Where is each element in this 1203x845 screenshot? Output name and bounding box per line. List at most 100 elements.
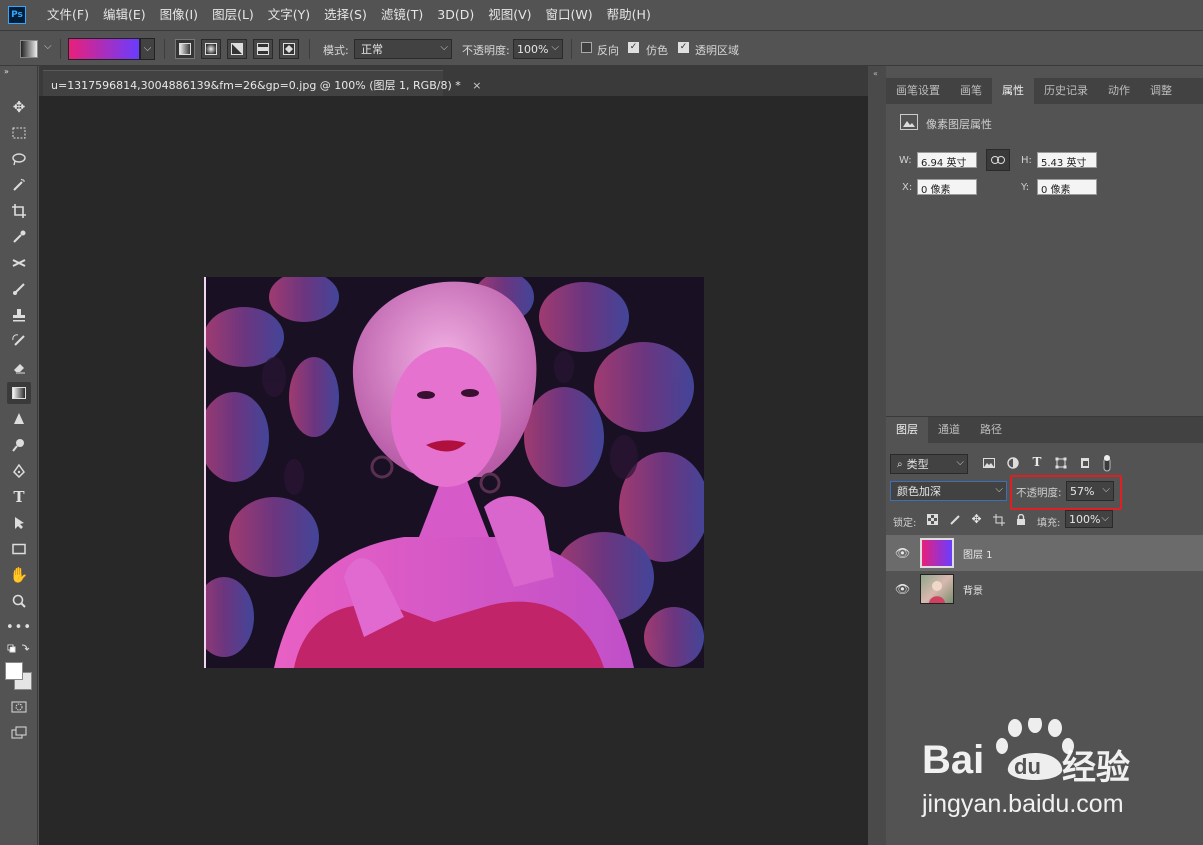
lock-artboard-icon[interactable] — [992, 513, 1005, 526]
fill-field[interactable]: 100% ⌵ — [1065, 510, 1113, 528]
swap-colors-icon[interactable] — [7, 642, 31, 656]
tab-properties[interactable]: 属性 — [992, 78, 1034, 104]
eraser-tool-icon[interactable] — [7, 356, 31, 378]
gradient-picker-swatch[interactable] — [68, 38, 140, 60]
type-tool-icon[interactable]: T — [7, 486, 31, 508]
panel-collapse-strip[interactable]: « — [868, 66, 886, 845]
lasso-tool-icon[interactable] — [7, 148, 31, 170]
reverse-checkbox[interactable] — [581, 42, 592, 53]
tool-preset-chevron-icon[interactable]: ⌵ — [44, 41, 52, 52]
filter-adjustment-icon[interactable] — [1006, 456, 1020, 470]
menu-3d[interactable]: 3D(D) — [430, 0, 481, 30]
marquee-tool-icon[interactable] — [7, 122, 31, 144]
reverse-label: 反向 — [597, 44, 619, 57]
transparency-checkbox[interactable]: ✓ — [678, 42, 689, 53]
menu-help[interactable]: 帮助(H) — [600, 0, 658, 30]
document-tab[interactable]: u=1317596814,3004886139&fm=26&gp=0.jpg @… — [43, 70, 481, 96]
blur-tool-icon[interactable] — [7, 408, 31, 430]
clone-stamp-tool-icon[interactable] — [7, 304, 31, 326]
foreground-color-swatch[interactable] — [5, 662, 23, 680]
magic-wand-tool-icon[interactable] — [7, 174, 31, 196]
height-field[interactable]: 5.43 英寸 — [1037, 152, 1097, 169]
layer-filter-dropdown[interactable]: ⌕ 类型 ⌵ — [890, 454, 968, 474]
lock-transparent-pixels-icon[interactable] — [926, 513, 939, 526]
tool-preset-gradient-icon[interactable] — [20, 40, 38, 58]
mode-dropdown[interactable]: 正常 ⌵ — [354, 39, 452, 59]
gradient-picker-chevron-icon[interactable]: ⌵ — [140, 38, 155, 60]
crop-tool-icon[interactable] — [7, 200, 31, 222]
tab-brush-settings[interactable]: 画笔设置 — [886, 78, 950, 104]
dodge-tool-icon[interactable] — [7, 434, 31, 456]
menu-filter[interactable]: 滤镜(T) — [374, 0, 430, 30]
tab-adjustments[interactable]: 调整 — [1140, 78, 1182, 104]
menu-type[interactable]: 文字(Y) — [261, 0, 317, 30]
history-brush-tool-icon[interactable] — [7, 330, 31, 352]
dither-checkbox[interactable]: ✓ — [628, 42, 639, 53]
path-selection-tool-icon[interactable] — [7, 512, 31, 534]
menu-view[interactable]: 视图(V) — [481, 0, 538, 30]
eyedropper-tool-icon[interactable] — [7, 226, 31, 248]
tab-layers[interactable]: 图层 — [886, 417, 928, 443]
linear-gradient-button[interactable] — [175, 39, 195, 59]
blend-mode-dropdown[interactable]: 颜色加深 ⌵ — [890, 481, 1007, 501]
healing-brush-tool-icon[interactable] — [7, 252, 31, 274]
move-tool-icon[interactable]: ✥ — [7, 96, 31, 118]
menu-window[interactable]: 窗口(W) — [539, 0, 600, 30]
lock-position-icon[interactable]: ✥ — [970, 512, 983, 526]
x-field[interactable]: 0 像素 — [917, 179, 977, 196]
filter-shape-icon[interactable] — [1054, 456, 1068, 470]
filter-type-icon[interactable]: T — [1030, 455, 1044, 469]
menu-file[interactable]: 文件(F) — [40, 0, 96, 30]
dither-label: 仿色 — [646, 44, 668, 57]
angle-gradient-button[interactable] — [227, 39, 247, 59]
document-area: u=1317596814,3004886139&fm=26&gp=0.jpg @… — [39, 66, 868, 845]
layer-row-background[interactable]: 👁 背景 — [886, 571, 1203, 607]
rectangle-tool-icon[interactable] — [7, 538, 31, 560]
lock-image-pixels-icon[interactable] — [948, 513, 961, 526]
angle-gradient-icon — [231, 43, 243, 55]
y-field[interactable]: 0 像素 — [1037, 179, 1097, 196]
tab-brush[interactable]: 画笔 — [950, 78, 992, 104]
zoom-tool-icon[interactable] — [7, 590, 31, 612]
radial-gradient-button[interactable] — [201, 39, 221, 59]
canvas-image[interactable] — [204, 277, 704, 668]
more-tools-icon[interactable]: ••• — [6, 616, 31, 638]
pen-tool-icon[interactable] — [7, 460, 31, 482]
tab-history[interactable]: 历史记录 — [1034, 78, 1098, 104]
filter-smart-object-icon[interactable] — [1078, 456, 1092, 470]
diamond-gradient-button[interactable] — [279, 39, 299, 59]
section-title: 像素图层属性 — [926, 118, 992, 131]
quick-mask-icon[interactable] — [7, 696, 31, 718]
collapse-toolbar-icon[interactable]: » — [4, 66, 28, 76]
menu-image[interactable]: 图像(I) — [153, 0, 205, 30]
visibility-eye-icon[interactable]: 👁 — [895, 546, 910, 560]
portrait-thumbnail-icon — [929, 581, 945, 603]
gradient-tool-icon[interactable] — [7, 382, 31, 404]
opacity-field[interactable]: 100% ⌵ — [513, 39, 563, 59]
layers-panel: 图层 通道 路径 ⌕ 类型 ⌵ T 颜色加深 ⌵ 不透明度: 57% ⌵ 锁定:… — [886, 416, 1203, 845]
y-label: Y: — [1021, 182, 1030, 193]
close-tab-icon[interactable]: × — [472, 79, 481, 92]
filter-toggle-icon[interactable] — [1102, 453, 1112, 473]
tab-paths[interactable]: 路径 — [970, 417, 1012, 443]
tab-actions[interactable]: 动作 — [1098, 78, 1140, 104]
screen-mode-icon[interactable] — [7, 722, 31, 744]
reflected-gradient-button[interactable] — [253, 39, 273, 59]
opacity-value: 100% — [517, 42, 549, 56]
fill-value: 100% — [1069, 512, 1101, 526]
hand-tool-icon[interactable]: ✋ — [7, 564, 31, 586]
width-field[interactable]: 6.94 英寸 — [917, 152, 977, 169]
menu-layer[interactable]: 图层(L) — [205, 0, 261, 30]
tab-channels[interactable]: 通道 — [928, 417, 970, 443]
visibility-eye-icon[interactable]: 👁 — [895, 582, 910, 596]
chevron-down-icon: ⌵ — [1101, 513, 1109, 524]
menu-select[interactable]: 选择(S) — [317, 0, 374, 30]
layer-row-layer-1[interactable]: 👁 图层 1 — [886, 535, 1203, 571]
collapse-panels-icon[interactable]: « — [873, 69, 878, 78]
menu-bar: Ps 文件(F) 编辑(E) 图像(I) 图层(L) 文字(Y) 选择(S) 滤… — [0, 0, 1203, 30]
brush-tool-icon[interactable] — [7, 278, 31, 300]
lock-all-icon[interactable] — [1014, 513, 1027, 526]
menu-edit[interactable]: 编辑(E) — [96, 0, 153, 30]
filter-pixel-icon[interactable] — [982, 456, 996, 470]
link-icon[interactable] — [986, 149, 1010, 171]
